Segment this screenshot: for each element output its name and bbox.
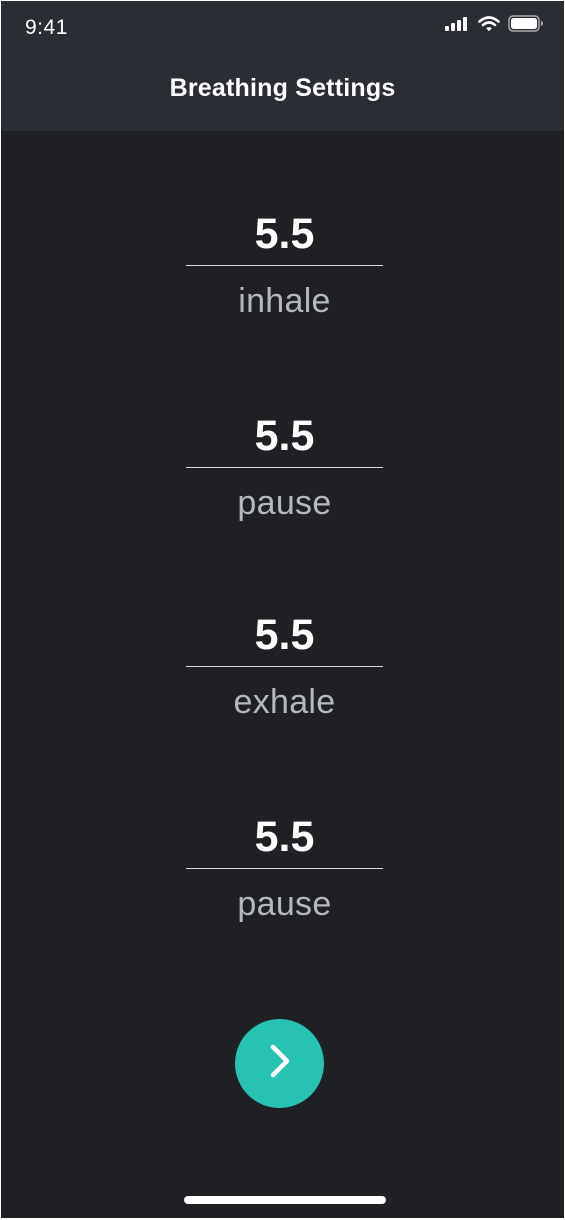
- second-pause-field: pause: [186, 806, 383, 924]
- status-time: 9:41: [25, 16, 68, 39]
- chevron-right-icon: [265, 1041, 295, 1086]
- exhale-field: exhale: [186, 604, 383, 722]
- status-icons: [444, 15, 544, 32]
- first-pause-label: pause: [237, 484, 332, 522]
- exhale-input[interactable]: [186, 604, 383, 667]
- exhale-label: exhale: [233, 683, 336, 721]
- status-bar: 9:41: [1, 1, 564, 53]
- second-pause-input[interactable]: [186, 806, 383, 869]
- next-button[interactable]: [235, 1019, 324, 1108]
- second-pause-label: pause: [237, 885, 332, 923]
- battery-icon: [508, 15, 544, 32]
- inhale-field: inhale: [186, 203, 383, 321]
- inhale-input[interactable]: [186, 203, 383, 266]
- header: 9:41 Breathing Settings: [1, 1, 564, 131]
- first-pause-input[interactable]: [186, 405, 383, 468]
- page-title: Breathing Settings: [169, 74, 396, 102]
- signal-icon: [444, 16, 470, 32]
- wifi-icon: [478, 15, 500, 32]
- first-pause-field: pause: [186, 405, 383, 523]
- home-indicator[interactable]: [184, 1196, 386, 1204]
- phone-screen: 9:41 Breathing Settings 5.5 inhale 5.5 p…: [1, 1, 564, 1218]
- inhale-label: inhale: [238, 282, 331, 320]
